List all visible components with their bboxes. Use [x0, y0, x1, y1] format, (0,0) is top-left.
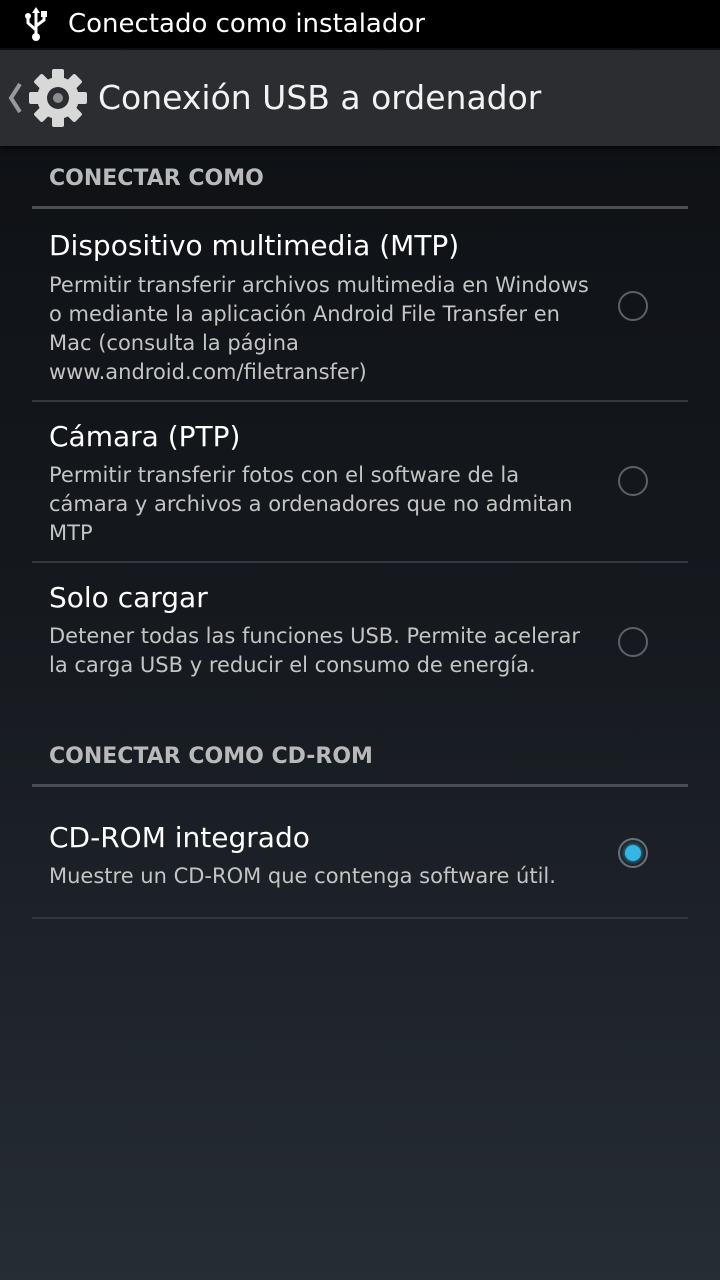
option-title: Solo cargar — [49, 581, 208, 614]
radio-button-solo-cargar[interactable] — [618, 627, 648, 657]
list-divider — [32, 917, 688, 919]
radio-button-mtp[interactable] — [618, 291, 648, 321]
option-description: Permitir transferir archivos multimedia … — [49, 273, 589, 384]
option-description: Detener todas las funciones USB. Permite… — [49, 624, 580, 677]
option-cd-rom[interactable]: CD-ROM integrado Muestre un CD-ROM que c… — [32, 787, 688, 917]
page-title: Conexión USB a ordenador — [98, 78, 542, 117]
section-header-conectar-como: CONECTAR COMO — [49, 166, 264, 191]
option-solo-cargar[interactable]: Solo cargar Detener todas las funciones … — [32, 563, 688, 723]
gear-icon — [29, 69, 87, 127]
status-text: Conectado como instalador — [68, 9, 425, 39]
option-title: CD-ROM integrado — [49, 821, 310, 854]
section-header-cd-rom: CONECTAR COMO CD-ROM — [49, 744, 373, 769]
option-description: Permitir transferir fotos con el softwar… — [49, 463, 573, 545]
status-bar: Conectado como instalador — [0, 0, 720, 48]
radio-button-cd-rom[interactable] — [618, 838, 648, 868]
option-title: Dispositivo multimedia (MTP) — [49, 229, 460, 262]
option-title: Cámara (PTP) — [49, 420, 241, 453]
option-description: Muestre un CD-ROM que contenga software … — [49, 864, 556, 888]
action-bar: Conexión USB a ordenador — [0, 50, 720, 146]
chevron-left-icon — [8, 82, 22, 114]
radio-button-ptp[interactable] — [618, 466, 648, 496]
option-ptp[interactable]: Cámara (PTP) Permitir transferir fotos c… — [32, 402, 688, 561]
up-button[interactable] — [0, 50, 94, 146]
usb-icon — [25, 7, 47, 41]
radio-selected-dot — [625, 845, 641, 861]
option-mtp[interactable]: Dispositivo multimedia (MTP) Permitir tr… — [32, 209, 688, 400]
